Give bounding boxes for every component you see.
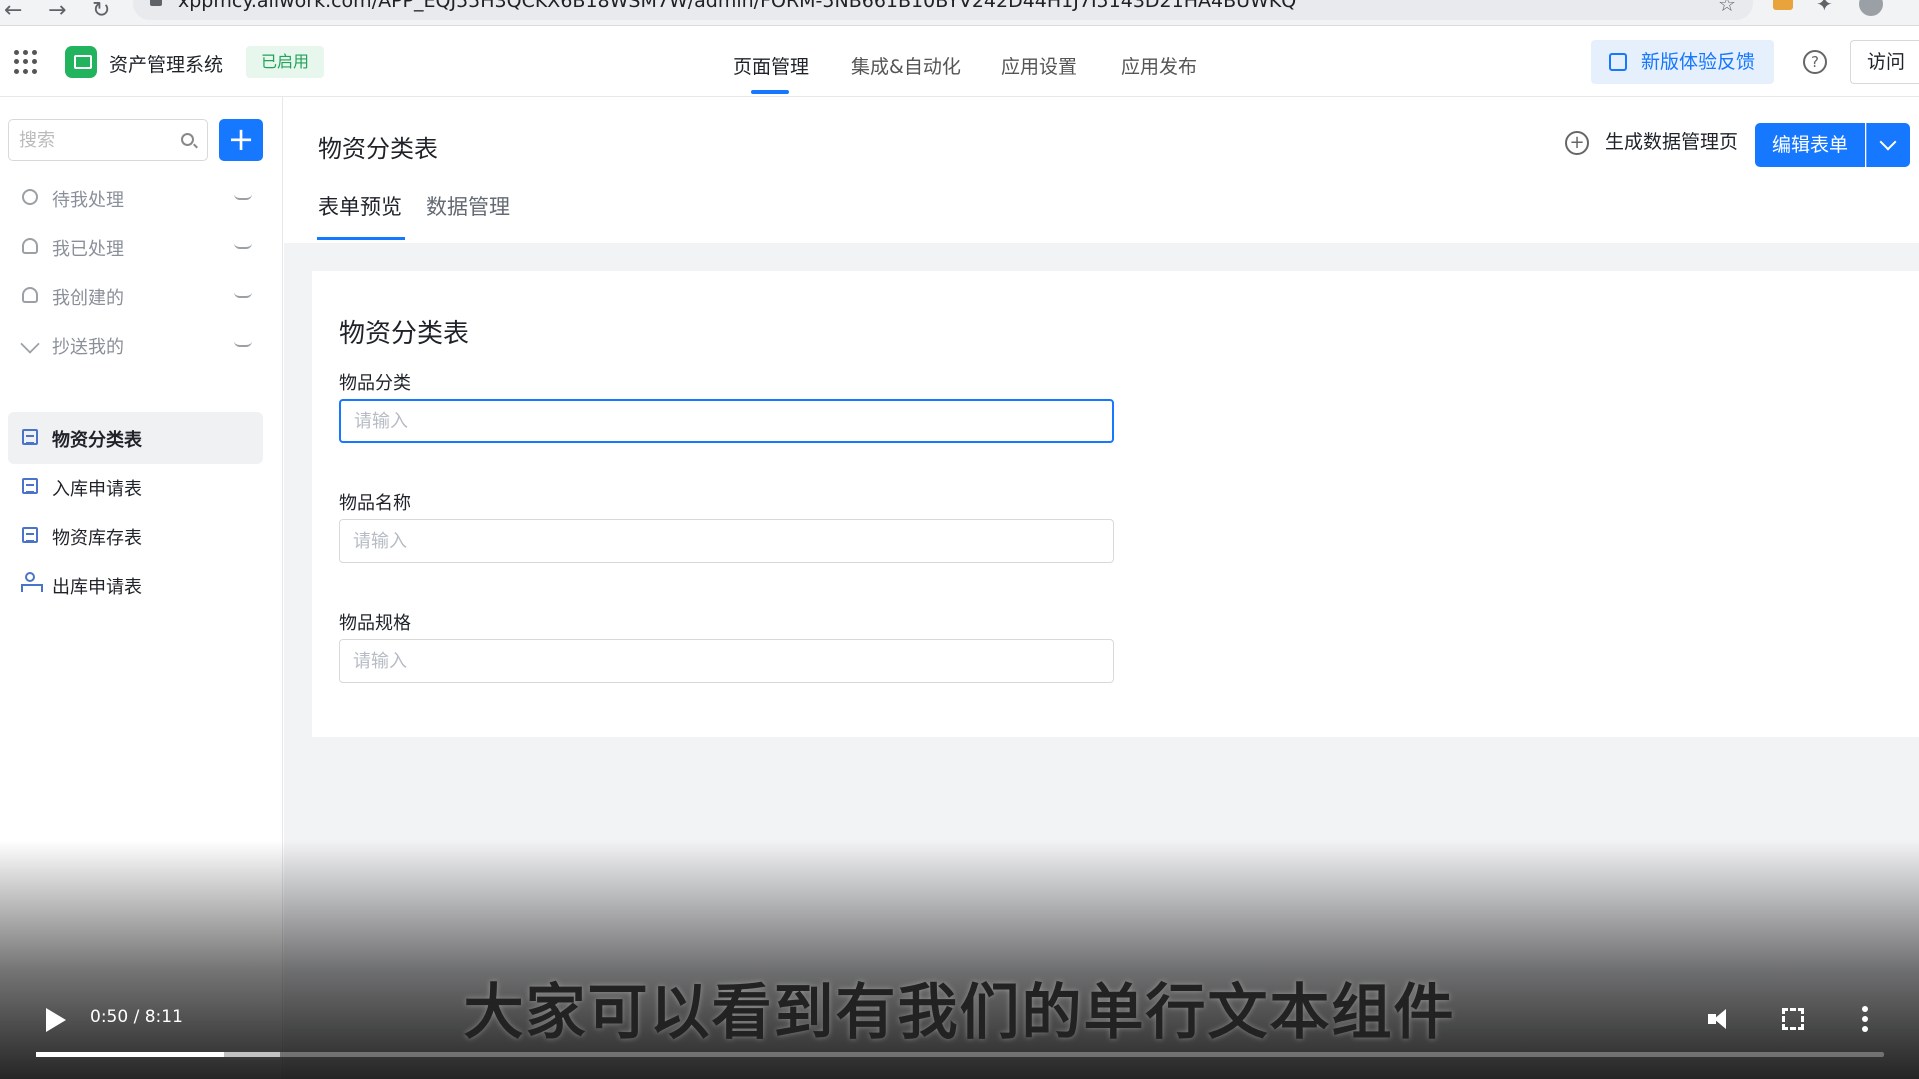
app-name[interactable]: 资产管理系统: [109, 50, 223, 77]
url-text[interactable]: xppmcy.aliwork.com/APP_EQJ55H3QCKX6B18WS…: [178, 0, 1296, 12]
name-input[interactable]: [339, 519, 1114, 563]
active-subtab-indicator: [317, 237, 405, 240]
page-title: 物资分类表: [318, 135, 438, 163]
sidebar-search[interactable]: [8, 119, 208, 161]
forward-icon[interactable]: →: [48, 0, 66, 23]
active-tab-indicator: [751, 90, 789, 94]
video-progress-bar[interactable]: [36, 1052, 1884, 1057]
app-grid-icon[interactable]: [14, 50, 38, 74]
eye-closed-icon[interactable]: [234, 194, 252, 200]
sidebar-item-label: 物资分类表: [52, 430, 142, 451]
app-header: 资产管理系统 已启用 页面管理 集成&自动化 应用设置 应用发布 新版体验反馈 …: [0, 26, 1919, 97]
back-icon[interactable]: ←: [4, 0, 22, 23]
eye-closed-icon[interactable]: [234, 292, 252, 298]
sidebar-item-created[interactable]: 我创建的: [8, 270, 263, 322]
profile-avatar[interactable]: [1859, 0, 1883, 16]
extension-icon[interactable]: [1773, 0, 1793, 10]
clock-icon: [22, 189, 38, 205]
tab-data-management[interactable]: 数据管理: [426, 191, 510, 221]
sidebar-item-label: 我创建的: [52, 288, 124, 309]
form-title: 物资分类表: [339, 319, 470, 349]
tab-app-settings[interactable]: 应用设置: [1001, 52, 1077, 79]
sidebar-item-label: 入库申请表: [52, 479, 142, 500]
tab-page-management[interactable]: 页面管理: [733, 52, 809, 79]
bookmark-star-icon[interactable]: ☆: [1718, 0, 1738, 16]
spec-input[interactable]: [339, 639, 1114, 683]
form-doc-icon: [22, 478, 38, 494]
tab-integration-automation[interactable]: 集成&自动化: [851, 52, 961, 79]
tab-app-publish[interactable]: 应用发布: [1121, 52, 1197, 79]
sidebar-item-cc[interactable]: 抄送我的: [8, 319, 263, 371]
status-badge: 已启用: [246, 46, 325, 78]
generate-data-page-button[interactable]: + 生成数据管理页: [1565, 127, 1738, 157]
edit-icon: [1609, 53, 1627, 71]
category-input[interactable]: [339, 399, 1114, 443]
feedback-label: 新版体验反馈: [1641, 51, 1756, 73]
form-doc-icon: [22, 429, 38, 445]
field-label: 物品分类: [339, 373, 411, 394]
form-doc-icon: [22, 527, 38, 543]
app-logo-icon: [65, 46, 97, 78]
field-label: 物品规格: [339, 613, 411, 634]
video-time: 0:50 / 8:11: [90, 1007, 183, 1027]
sidebar-item-pending[interactable]: 待我处理: [8, 172, 263, 224]
reload-icon[interactable]: ↻: [92, 0, 110, 23]
more-options-icon[interactable]: [1862, 1006, 1868, 1032]
sidebar-item-label: 物资库存表: [52, 528, 142, 549]
sidebar-item-label: 出库申请表: [52, 577, 142, 598]
feedback-button[interactable]: 新版体验反馈: [1591, 40, 1774, 84]
search-input[interactable]: [19, 128, 169, 152]
video-played-fill: [36, 1052, 225, 1057]
form-preview-card: 物资分类表 物品分类 物品名称 物品规格: [312, 271, 1919, 737]
sidebar-item-inbound-request[interactable]: 入库申请表: [8, 461, 263, 513]
edit-form-button[interactable]: 编辑表单: [1755, 123, 1865, 167]
eye-closed-icon[interactable]: [234, 243, 252, 249]
exit-fullscreen-icon[interactable]: [1782, 1008, 1804, 1030]
play-icon[interactable]: [46, 1008, 66, 1032]
field-label: 物品名称: [339, 493, 411, 514]
sidebar-item-material-category[interactable]: 物资分类表: [8, 412, 263, 464]
generate-label: 生成数据管理页: [1605, 131, 1739, 153]
user-check-icon: [22, 238, 38, 254]
puzzle-icon[interactable]: ✦: [1816, 0, 1836, 16]
visit-button[interactable]: 访问: [1850, 40, 1919, 84]
chevron-down-icon[interactable]: [1866, 123, 1910, 167]
plus-circle-icon: +: [1565, 131, 1589, 155]
volume-icon[interactable]: [1708, 1007, 1736, 1031]
help-icon[interactable]: ?: [1803, 50, 1827, 74]
sidebar-item-handled[interactable]: 我已处理: [8, 221, 263, 273]
sidebar-item-label: 抄送我的: [52, 337, 124, 358]
user-icon: [22, 287, 38, 303]
browser-toolbar: ← → ↻ xppmcy.aliwork.com/APP_EQJ55H3QCKX…: [0, 0, 1919, 26]
video-subtitle: 大家可以看到有我们的单行文本组件: [463, 978, 1456, 1048]
send-icon: [20, 334, 40, 354]
lock-icon: [150, 0, 162, 6]
sidebar-item-label: 我已处理: [52, 239, 124, 260]
flow-icon: [21, 572, 43, 592]
add-page-button[interactable]: +: [219, 119, 263, 161]
sidebar-item-label: 待我处理: [52, 190, 124, 211]
tab-form-preview[interactable]: 表单预览: [318, 191, 402, 221]
sidebar-item-inventory[interactable]: 物资库存表: [8, 510, 263, 562]
sidebar-item-outbound-request[interactable]: 出库申请表: [8, 559, 263, 611]
eye-closed-icon[interactable]: [234, 341, 252, 347]
page-header: 物资分类表 + 生成数据管理页 编辑表单 表单预览 数据管理: [284, 97, 1919, 243]
search-icon[interactable]: [181, 133, 194, 146]
